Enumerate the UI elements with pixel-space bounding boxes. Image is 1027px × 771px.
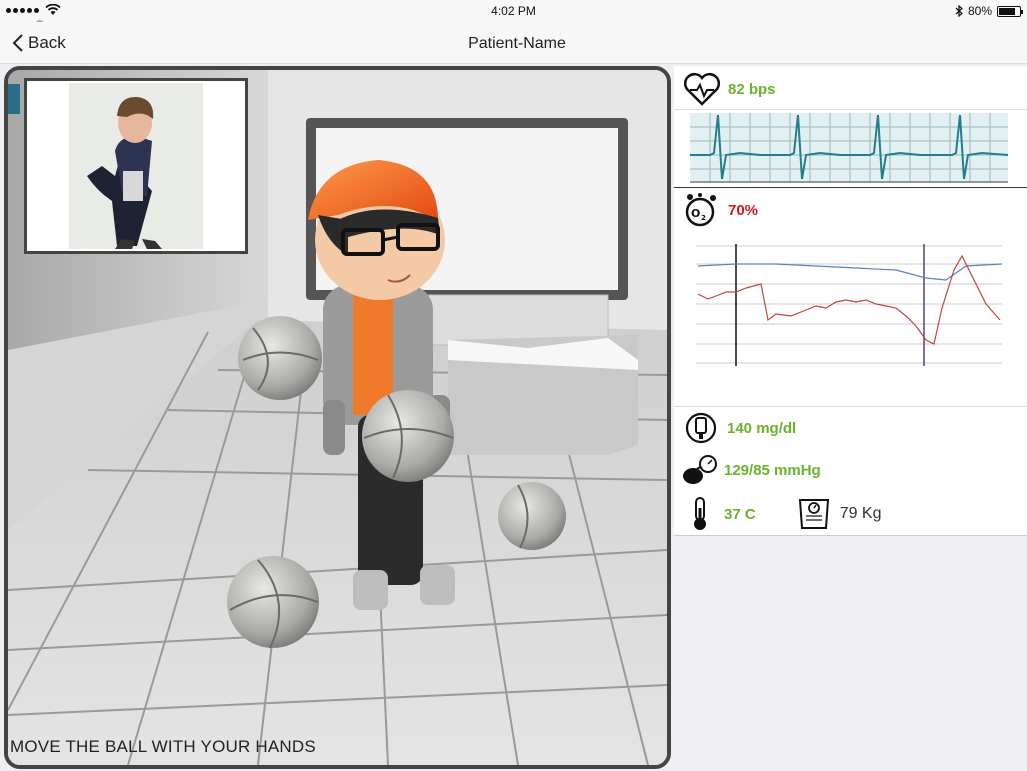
blood-pressure-row: 129/85 mmHg [674, 452, 1027, 488]
heart-rate-row: 82 bps [674, 70, 1027, 108]
glucose-row: 140 mg/dl [674, 410, 1027, 446]
heart-pulse-icon [684, 73, 720, 106]
vitals-panel: 82 bps O 2 70% 140 mg/dl 129/85 mmHg 37 … [674, 66, 1027, 536]
camera-preview [24, 78, 248, 254]
scale-icon [798, 499, 829, 529]
heart-rate-value: 82 bps [728, 80, 776, 98]
oxygen-value: 70% [728, 201, 759, 219]
weight-value: 79 Kg [839, 505, 882, 522]
ball[interactable] [498, 482, 566, 550]
game-viewport[interactable]: MOVE THE BALL WITH YOUR HANDS [4, 66, 671, 769]
blood-pressure-icon [683, 455, 717, 484]
battery-icon [997, 5, 1023, 17]
page-title: Patient-Name [468, 35, 566, 52]
thermometer-icon [694, 497, 706, 530]
glucose-meter-icon [685, 412, 717, 444]
person-photo [27, 81, 245, 251]
battery-percent: 80% [967, 4, 992, 18]
oxygen-waveform [696, 244, 1002, 366]
svg-text:O: O [691, 207, 700, 220]
status-bar: 4:02 PM 80% ⚙ [0, 0, 1027, 32]
svg-text:2: 2 [701, 214, 706, 222]
glucose-value: 140 mg/dl [727, 419, 797, 437]
oxygen-icon: O 2 [685, 193, 716, 227]
bluetooth-icon [955, 5, 963, 17]
temperature-value: 37 C [724, 505, 756, 523]
ecg-waveform [690, 113, 1008, 183]
ball[interactable] [362, 390, 454, 482]
game-instruction: MOVE THE BALL WITH YOUR HANDS [10, 737, 316, 756]
navigation-bar: Back Patient-Name [0, 22, 1027, 64]
oxygen-row: O 2 70% [674, 190, 1027, 230]
ball[interactable] [238, 316, 322, 400]
blood-pressure-value: 129/85 mmHg [724, 461, 821, 479]
status-time: 4:02 PM [491, 4, 536, 18]
side-tab[interactable] [8, 84, 20, 114]
ball[interactable] [227, 556, 319, 649]
temperature-weight-row: 37 C 79 Kg [674, 494, 1027, 534]
status-right: 80% [955, 4, 1023, 18]
